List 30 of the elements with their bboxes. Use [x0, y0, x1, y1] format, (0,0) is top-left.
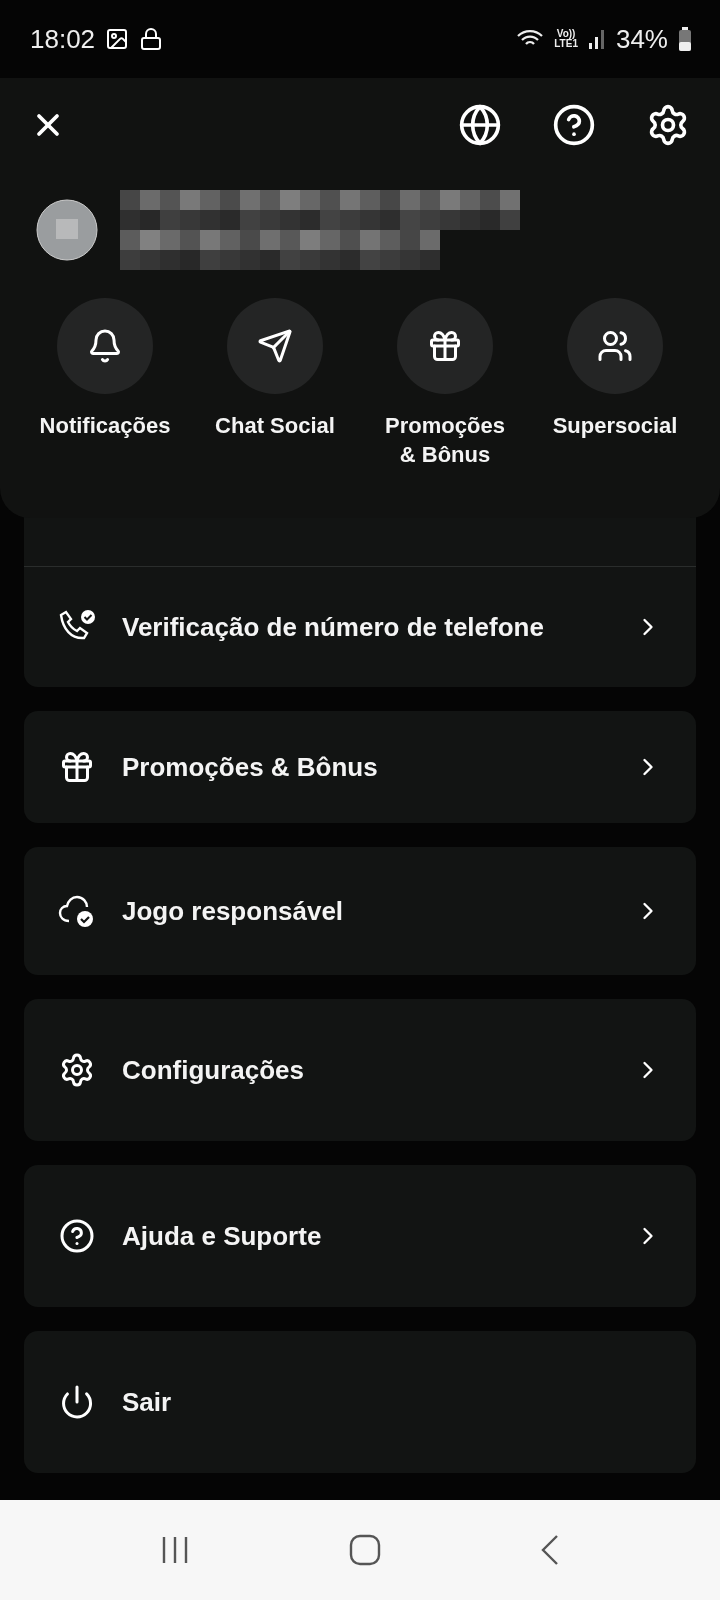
menu-item[interactable]: Ajuda e Suporte [24, 1165, 696, 1307]
shortcut-label: Chat Social [215, 412, 335, 440]
battery-percent: 34% [615, 23, 668, 55]
power-icon [59, 1384, 95, 1420]
gift-icon [427, 328, 463, 364]
people-icon [597, 328, 633, 364]
image-icon [105, 27, 130, 51]
menu-item[interactable]: Verificação de número de telefone [24, 567, 696, 687]
lock-icon [139, 27, 164, 51]
network-label: Vo)) LTE1 [554, 29, 578, 49]
bell-icon [87, 328, 123, 364]
send-icon [257, 328, 293, 364]
menu-item[interactable]: Configurações [24, 999, 696, 1141]
menu-item[interactable]: Promoções & Bônus [24, 711, 696, 823]
shortcut-label: Notificações [39, 412, 171, 440]
settings-icon [59, 1052, 95, 1088]
battery-icon [678, 27, 692, 51]
globe-icon[interactable] [458, 103, 502, 147]
help-icon [59, 1218, 95, 1254]
menu-item[interactable]: Jogo responsável [24, 847, 696, 975]
menu-item[interactable]: Sair [24, 1331, 696, 1473]
help-icon[interactable] [552, 103, 596, 147]
shortcut-label: Supersocial [552, 412, 678, 440]
home-icon[interactable] [349, 1534, 381, 1566]
signal-icon [587, 28, 606, 50]
shortcut-label: Promoções & Bônus [384, 412, 506, 469]
gift-icon [59, 749, 95, 785]
avatar-icon [36, 199, 98, 261]
clock-time: 18:02 [30, 23, 96, 55]
back-icon[interactable] [540, 1534, 561, 1566]
